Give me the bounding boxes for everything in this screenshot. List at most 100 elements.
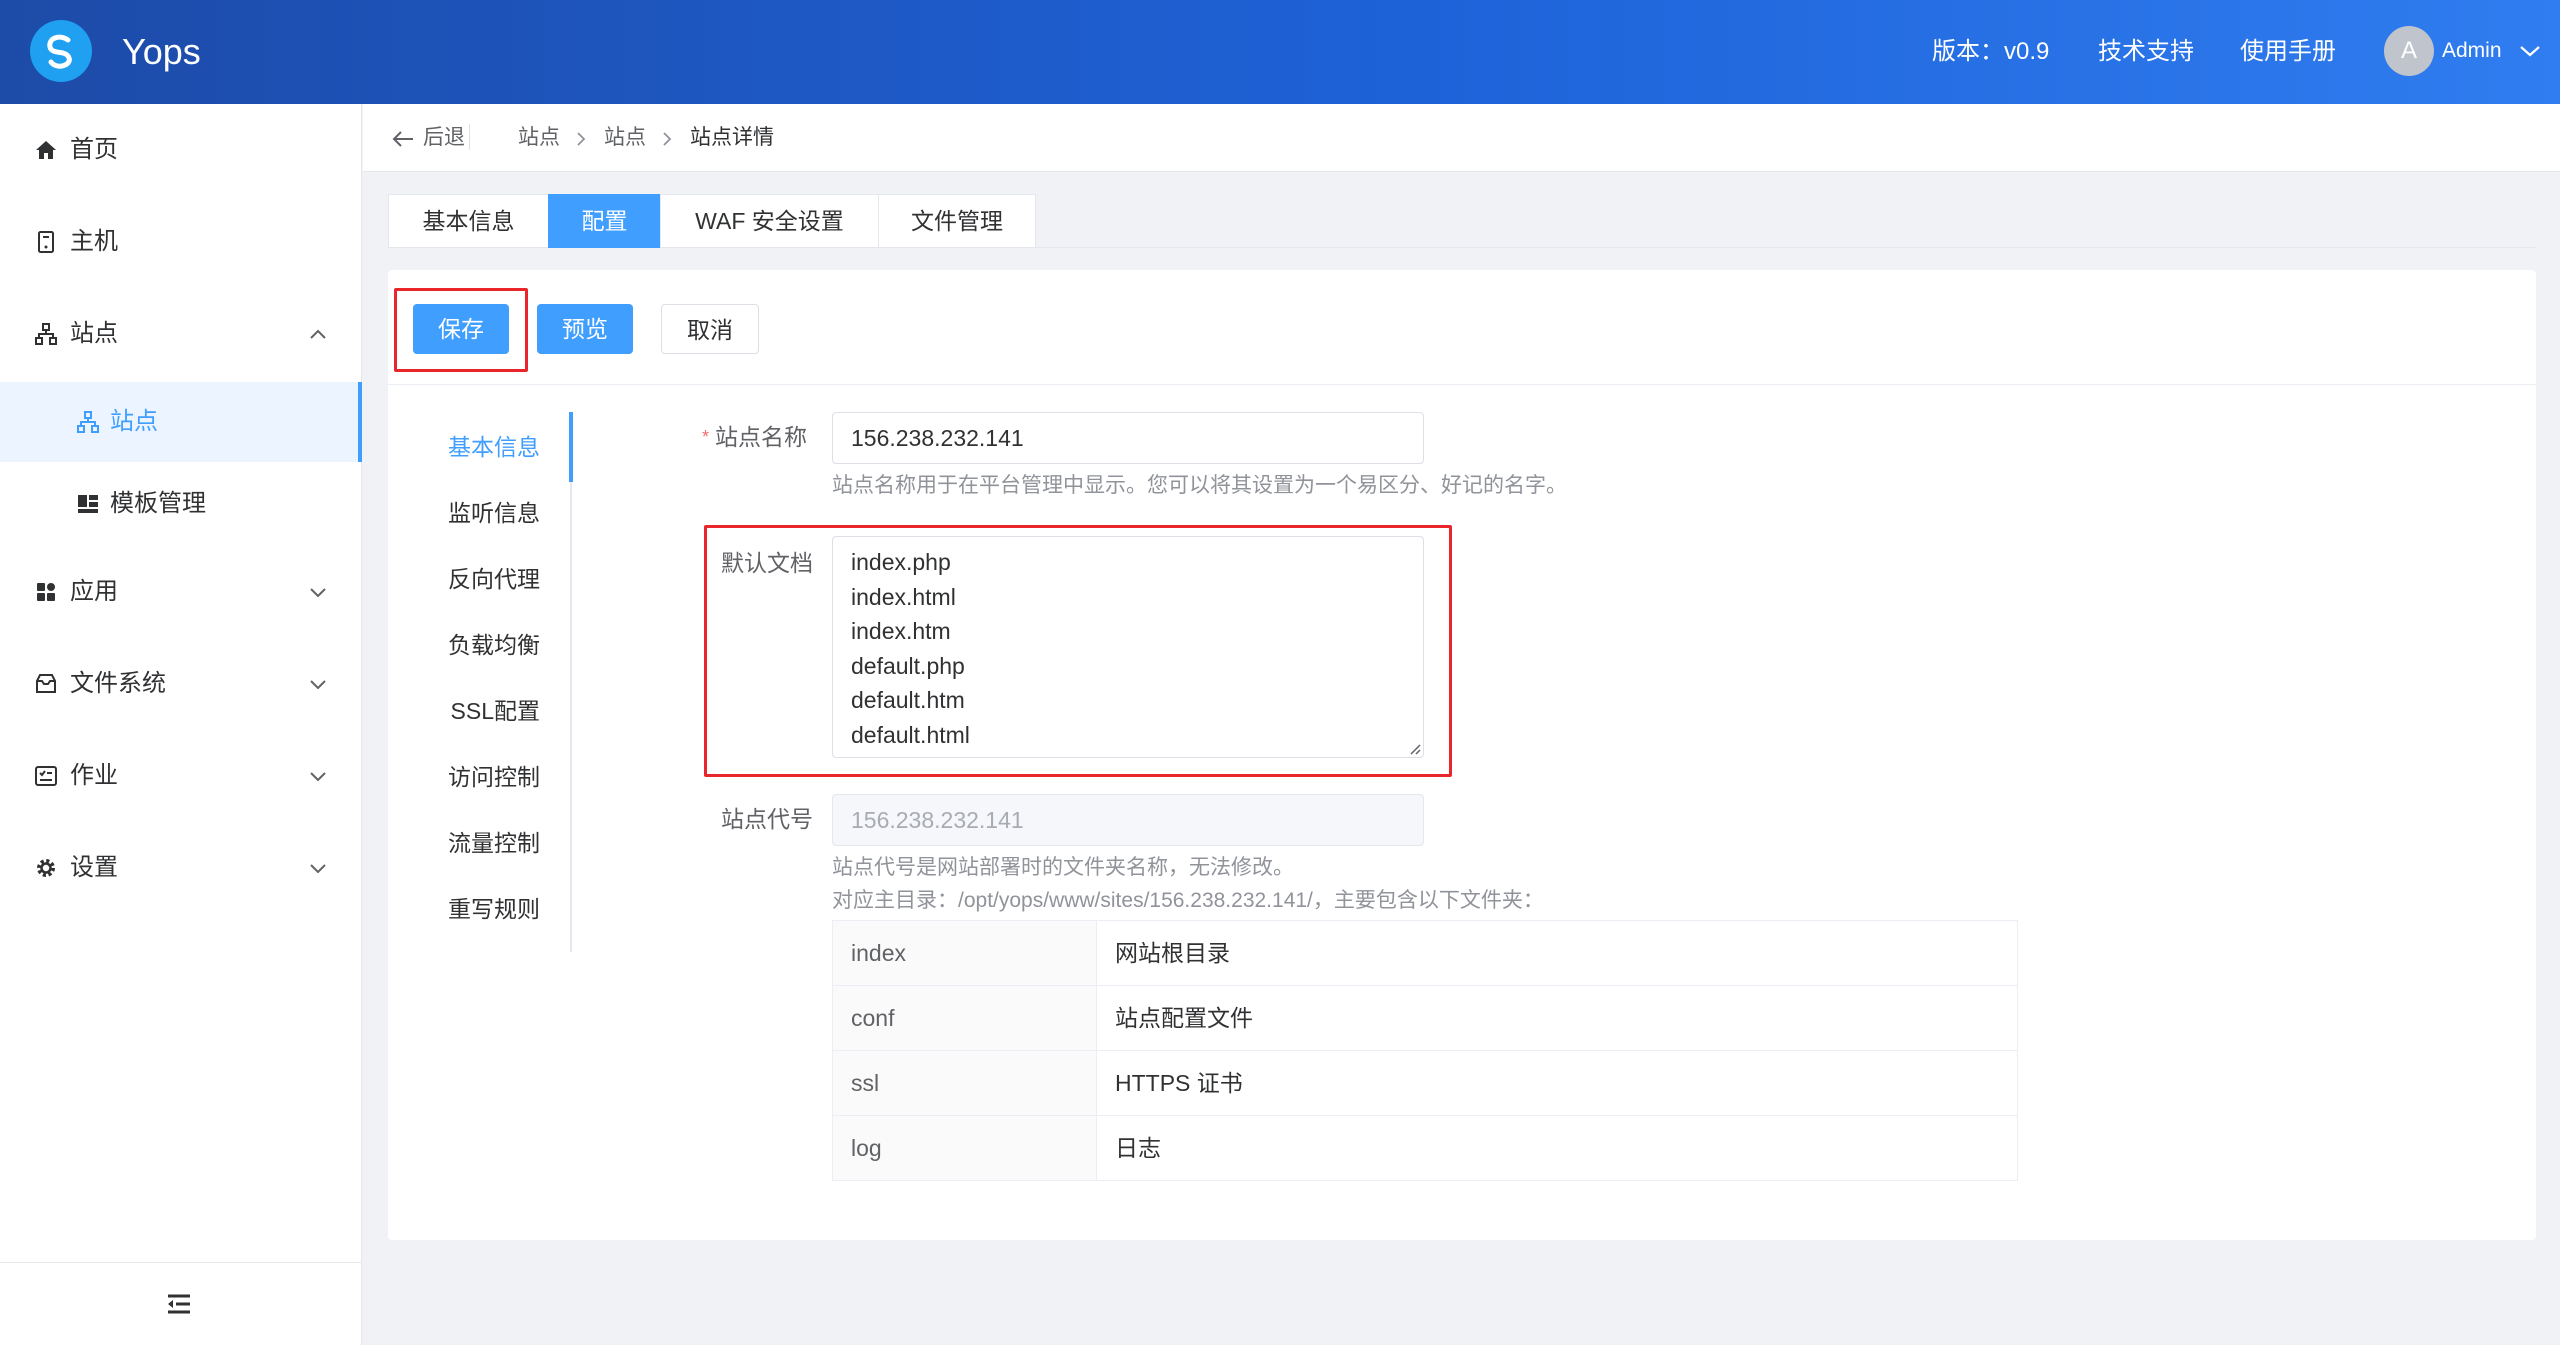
divider: [469, 124, 470, 150]
detail-tabs: 基本信息 配置 WAF 安全设置 文件管理: [388, 194, 1036, 248]
template-icon: [78, 495, 98, 513]
doc-line: default.html: [851, 721, 970, 748]
breadcrumb-current: 站点详情: [690, 126, 774, 149]
dir-desc: 日志: [1097, 1116, 2018, 1180]
nav-rewrite-rules[interactable]: 重写规则: [448, 892, 540, 926]
site-code-input: 156.238.232.141: [832, 794, 1424, 846]
avatar[interactable]: A: [2384, 26, 2434, 76]
site-name-label: * 站点名称: [702, 424, 808, 450]
user-manual-link[interactable]: 使用手册: [2240, 34, 2336, 70]
job-icon: [35, 766, 57, 786]
sidebar-item-apps[interactable]: 应用: [0, 552, 362, 632]
resize-handle-icon[interactable]: [1407, 741, 1421, 755]
table-row: conf 站点配置文件: [833, 986, 2018, 1051]
user-name[interactable]: Admin: [2442, 34, 2502, 68]
collapse-menu-icon[interactable]: [166, 1293, 192, 1315]
doc-line: default.php: [851, 652, 965, 679]
config-card: 保存 预览 取消 基本信息 监听信息 反向代理 负载均衡 SSL配置 访问控制 …: [388, 270, 2536, 1240]
chevron-up-icon: [310, 329, 326, 339]
home-icon: [36, 141, 56, 159]
dir-name: ssl: [833, 1051, 1097, 1115]
sidebar-item-label: 文件系统: [70, 670, 166, 697]
tab-underline: [1036, 247, 2536, 248]
app-name: Yops: [122, 31, 201, 72]
sidebar-item-label: 站点: [110, 408, 158, 435]
dir-name: log: [833, 1116, 1097, 1180]
site-code-hint: 站点代号是网站部署时的文件夹名称，无法修改。: [832, 856, 1294, 879]
sidebar-item-label: 站点: [70, 320, 118, 347]
dir-desc: 站点配置文件: [1097, 986, 2018, 1050]
doc-line: index.htm: [851, 618, 951, 645]
sitemap-icon: [35, 323, 57, 345]
sidebar-item-label: 设置: [70, 854, 118, 881]
sidebar-item-settings[interactable]: 设置: [0, 828, 362, 908]
active-indicator: [569, 412, 573, 482]
chevron-right-icon: [663, 132, 672, 146]
tab-waf[interactable]: WAF 安全设置: [660, 194, 878, 248]
save-button[interactable]: 保存: [413, 304, 509, 354]
breadcrumb: 后退 站点 站点 站点详情: [363, 104, 2560, 172]
config-section-nav: 基本信息 监听信息 反向代理 负载均衡 SSL配置 访问控制 流量控制 重写规则: [416, 412, 573, 952]
storage-icon: [36, 674, 56, 693]
preview-button[interactable]: 预览: [537, 304, 633, 354]
sidebar: 首页 主机 站点 站点 模板管理 应用 文件系统 作业 设置: [0, 104, 362, 1345]
dir-desc: 网站根目录: [1097, 921, 2018, 985]
server-icon: [38, 231, 54, 253]
nav-listen-info[interactable]: 监听信息: [448, 496, 540, 530]
divider: [388, 384, 2536, 385]
breadcrumb-item[interactable]: 站点: [604, 122, 646, 154]
nav-basic-info[interactable]: 基本信息: [448, 430, 540, 464]
apps-icon: [37, 583, 55, 601]
nav-load-balance[interactable]: 负载均衡: [448, 628, 540, 662]
sidebar-item-label: 首页: [70, 136, 118, 163]
table-row: ssl HTTPS 证书: [833, 1051, 2018, 1116]
sitemap-icon: [77, 411, 99, 433]
sidebar-item-label: 应用: [70, 578, 118, 605]
gear-icon: [37, 859, 55, 877]
sidebar-item-hosts[interactable]: 主机: [0, 202, 362, 282]
default-doc-textarea[interactable]: index.php index.html index.htm default.p…: [832, 536, 1424, 758]
chevron-down-icon[interactable]: [2518, 42, 2542, 60]
chevron-down-icon: [310, 864, 326, 874]
nav-reverse-proxy[interactable]: 反向代理: [448, 562, 540, 596]
sidebar-item-home[interactable]: 首页: [0, 110, 362, 190]
sidebar-item-sites[interactable]: 站点: [0, 294, 362, 374]
sidebar-item-filesystem[interactable]: 文件系统: [0, 644, 362, 724]
site-code-label: 站点代号: [721, 806, 813, 832]
cancel-button[interactable]: 取消: [661, 304, 759, 354]
tab-basic-info[interactable]: 基本信息: [388, 194, 548, 248]
default-doc-label: 默认文档: [721, 550, 813, 576]
yops-logo-icon[interactable]: [30, 20, 92, 82]
table-row: log 日志: [833, 1116, 2018, 1181]
arrow-left-icon[interactable]: [391, 130, 415, 148]
site-dir-hint: 对应主目录：/opt/yops/www/sites/156.238.232.14…: [832, 889, 1544, 912]
sidebar-item-sites-list[interactable]: 站点: [0, 382, 362, 462]
sidebar-item-label: 主机: [70, 228, 118, 255]
logo-glyph: [47, 34, 72, 69]
tab-config[interactable]: 配置: [548, 194, 660, 248]
sidebar-item-templates[interactable]: 模板管理: [0, 464, 362, 544]
chevron-right-icon: [577, 132, 586, 146]
nav-access-control[interactable]: 访问控制: [448, 760, 540, 794]
version-label: 版本：v0.9: [1932, 38, 2050, 65]
dir-desc: HTTPS 证书: [1097, 1051, 2018, 1115]
directory-table: index 网站根目录 conf 站点配置文件 ssl HTTPS 证书 log…: [832, 920, 2018, 1181]
site-name-input[interactable]: 156.238.232.141: [832, 412, 1424, 464]
chevron-down-icon: [310, 588, 326, 598]
dir-name: conf: [833, 986, 1097, 1050]
back-link[interactable]: 后退: [423, 122, 465, 154]
nav-ssl-config[interactable]: SSL配置: [451, 694, 540, 728]
tech-support-link[interactable]: 技术支持: [2098, 34, 2194, 70]
doc-line: default.htm: [851, 687, 965, 714]
nav-traffic-control[interactable]: 流量控制: [448, 826, 540, 860]
dir-name: index: [833, 921, 1097, 985]
sidebar-item-label: 作业: [70, 762, 118, 789]
sidebar-item-jobs[interactable]: 作业: [0, 736, 362, 816]
chevron-down-icon: [310, 772, 326, 782]
breadcrumb-item[interactable]: 站点: [518, 122, 560, 154]
required-mark: *: [702, 427, 710, 447]
tab-file-manager[interactable]: 文件管理: [878, 194, 1036, 248]
sidebar-collapse-bar[interactable]: [0, 1262, 362, 1345]
doc-line: index.php: [851, 549, 951, 575]
sidebar-item-label: 模板管理: [110, 490, 206, 517]
